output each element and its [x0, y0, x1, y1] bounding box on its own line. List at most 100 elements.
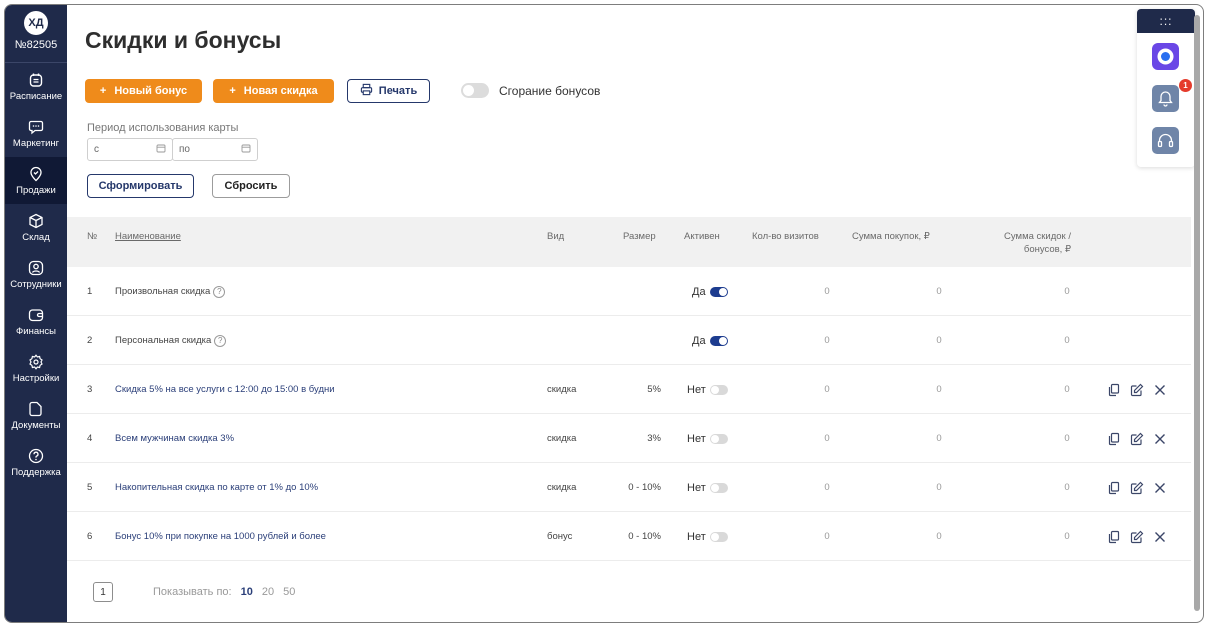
printer-icon: [360, 83, 373, 99]
calendar-icon: [28, 72, 44, 88]
sidebar-item-label: Склад: [22, 231, 50, 243]
calendar-small-icon: [156, 143, 166, 156]
col-name[interactable]: Наименование: [115, 230, 181, 243]
active-label: Нет: [687, 530, 706, 543]
active-label: Нет: [687, 432, 706, 445]
copy-icon[interactable]: [1107, 481, 1121, 495]
new-discount-button[interactable]: + Новая скидка: [213, 79, 334, 103]
widget-menu-button[interactable]: :::: [1137, 9, 1195, 33]
active-toggle[interactable]: [709, 286, 728, 297]
copy-icon[interactable]: [1107, 383, 1121, 397]
bonus-expiry-label: Сгорание бонусов: [499, 84, 601, 98]
sidebar-item-label: Расписание: [9, 90, 63, 102]
col-active: Активен: [684, 231, 720, 242]
delete-icon[interactable]: [1153, 383, 1167, 397]
col-num: №: [87, 231, 98, 242]
delete-icon[interactable]: [1153, 530, 1167, 544]
active-label: Да: [692, 285, 706, 298]
sidebar-item-sales[interactable]: Продажи: [5, 157, 67, 204]
sidebar: ХД №82505 Расписание Маркетинг Продажи С…: [5, 5, 67, 622]
pagination-current-page[interactable]: 1: [93, 582, 113, 602]
sidebar-item-label: Финансы: [16, 325, 56, 337]
date-to-field[interactable]: по: [172, 138, 258, 161]
avatar[interactable]: ХД: [24, 11, 48, 35]
generate-button[interactable]: Сформировать: [87, 174, 194, 198]
help-icon[interactable]: ?: [214, 334, 227, 347]
sidebar-item-label: Сотрудники: [10, 278, 62, 290]
sidebar-item-finance[interactable]: Финансы: [5, 298, 67, 345]
col-type: Вид: [547, 231, 565, 242]
page-title: Скидки и бонусы: [85, 27, 282, 53]
table-row[interactable]: 5 Накопительная скидка по карте от 1% до…: [67, 463, 1191, 512]
delete-icon[interactable]: [1153, 481, 1167, 495]
period-label: Период использования карты: [87, 122, 239, 134]
plus-icon: +: [229, 85, 236, 97]
help-icon: [28, 448, 44, 464]
active-toggle[interactable]: [709, 531, 728, 542]
new-bonus-button[interactable]: + Новый бонус: [85, 79, 202, 103]
row-name: Произвольная скидка: [115, 286, 211, 297]
row-name-link[interactable]: Бонус 10% при покупке на 1000 рублей и б…: [115, 512, 326, 561]
active-toggle[interactable]: [709, 433, 728, 444]
chat-icon: [28, 119, 44, 135]
edit-icon[interactable]: [1130, 481, 1144, 495]
sidebar-item-staff[interactable]: Сотрудники: [5, 251, 67, 298]
delete-icon[interactable]: [1153, 432, 1167, 446]
print-button[interactable]: Печать: [347, 79, 430, 103]
table-row[interactable]: 1 Произвольная скидка? Да 0 0 0: [67, 267, 1191, 316]
sidebar-item-settings[interactable]: Настройки: [5, 345, 67, 392]
row-name-link[interactable]: Всем мужчинам скидка 3%: [115, 414, 234, 463]
bonus-expiry-toggle[interactable]: [461, 83, 489, 98]
sidebar-item-label: Маркетинг: [12, 137, 60, 149]
row-name-link[interactable]: Скидка 5% на все услуги с 12:00 до 15:00…: [115, 365, 335, 414]
reset-button[interactable]: Сбросить: [212, 174, 290, 198]
copy-icon[interactable]: [1107, 530, 1121, 544]
wallet-icon: [28, 307, 44, 323]
user-block[interactable]: ХД №82505: [5, 5, 67, 63]
active-label: Да: [692, 334, 706, 347]
gear-icon: [28, 353, 44, 370]
active-toggle[interactable]: [709, 482, 728, 493]
help-icon[interactable]: ?: [213, 285, 226, 298]
table-row[interactable]: 3 Скидка 5% на все услуги с 12:00 до 15:…: [67, 365, 1191, 414]
main-content: Скидки и бонусы + Новый бонус + Новая ск…: [67, 5, 1203, 622]
per-page-label: Показывать по:: [153, 586, 232, 598]
table-row[interactable]: 4 Всем мужчинам скидка 3% скидка 3% Нет …: [67, 414, 1191, 463]
active-toggle[interactable]: [709, 335, 728, 346]
edit-icon[interactable]: [1130, 530, 1144, 544]
table-row[interactable]: 2 Персональная скидка? Да 0 0 0: [67, 316, 1191, 365]
sidebar-item-warehouse[interactable]: Склад: [5, 204, 67, 251]
col-purchases: Сумма покупок, ₽: [852, 231, 930, 242]
per-page-50[interactable]: 50: [283, 586, 295, 598]
sidebar-item-label: Документы: [11, 419, 61, 431]
chat-app-icon[interactable]: [1152, 43, 1179, 70]
active-label: Нет: [687, 383, 706, 396]
widget-panel: ::: 1: [1137, 9, 1195, 167]
bell-icon[interactable]: 1: [1152, 79, 1192, 112]
per-page-10[interactable]: 10: [241, 586, 253, 598]
row-name-link[interactable]: Накопительная скидка по карте от 1% до 1…: [115, 463, 318, 512]
active-label: Нет: [687, 481, 706, 494]
sidebar-item-label: Настройки: [12, 372, 60, 384]
sidebar-item-label: Продажи: [16, 184, 56, 196]
calendar-small-icon: [241, 143, 251, 156]
per-page-selector: Показывать по: 10 20 50: [153, 586, 295, 598]
sidebar-item-schedule[interactable]: Расписание: [5, 63, 67, 110]
table-row[interactable]: 6 Бонус 10% при покупке на 1000 рублей и…: [67, 512, 1191, 561]
account-number: №82505: [14, 39, 58, 51]
box-icon: [28, 213, 44, 229]
active-toggle[interactable]: [709, 384, 728, 395]
scrollbar[interactable]: [1194, 15, 1200, 611]
edit-icon[interactable]: [1130, 383, 1144, 397]
sidebar-item-support[interactable]: Поддержка: [5, 439, 67, 486]
edit-icon[interactable]: [1130, 432, 1144, 446]
col-size: Размер: [623, 231, 656, 242]
date-from-field[interactable]: с: [87, 138, 173, 161]
sidebar-item-marketing[interactable]: Маркетинг: [5, 110, 67, 157]
folder-icon: [28, 401, 44, 417]
tag-icon: [28, 166, 44, 182]
headset-icon[interactable]: [1152, 127, 1179, 154]
per-page-20[interactable]: 20: [262, 586, 274, 598]
copy-icon[interactable]: [1107, 432, 1121, 446]
sidebar-item-documents[interactable]: Документы: [5, 392, 67, 439]
